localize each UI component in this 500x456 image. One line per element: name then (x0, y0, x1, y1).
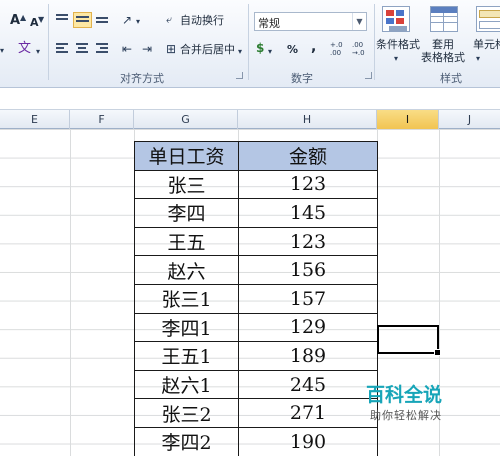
name-cell[interactable]: 张三1 (134, 283, 239, 314)
styles-group-label: 样式 (440, 72, 462, 85)
amount-cell[interactable]: 123 (238, 226, 378, 257)
column-header-h[interactable]: H (238, 110, 377, 129)
currency-dropdown-arrow[interactable]: ▾ (268, 45, 272, 59)
amount-cell[interactable]: 157 (238, 283, 378, 314)
amount-cell[interactable]: 190 (238, 426, 378, 456)
gridline (70, 129, 71, 456)
watermark-subtitle: 助你轻松解决 (370, 409, 442, 422)
column-headers: E F G H I J (0, 110, 500, 129)
table-row: 王五 123 (134, 226, 378, 257)
column-header-f[interactable]: F (70, 110, 134, 129)
name-cell[interactable]: 张三 (134, 169, 239, 200)
column-header-j[interactable]: J (439, 110, 500, 129)
name-cell[interactable]: 李四1 (134, 312, 239, 343)
currency-format-icon[interactable]: $ (256, 41, 264, 55)
merge-center-button[interactable]: 合并后居中 (180, 43, 235, 57)
align-bottom-button[interactable] (96, 17, 111, 29)
alignment-dialog-launcher[interactable] (236, 72, 243, 79)
table-row: 李四 145 (134, 198, 378, 228)
align-top-button[interactable] (55, 13, 70, 25)
wrap-text-icon: ⤶ (166, 13, 173, 26)
align-center-button[interactable] (76, 43, 91, 55)
phonetic-dropdown-arrow[interactable]: ▾ (36, 45, 40, 59)
header-cell-amount[interactable]: 金额 (238, 141, 378, 171)
group-separator (374, 4, 375, 80)
ribbon: A ▲ A ▼ ▾ 文 ▾ ↗ ▾ ⤶ 自动换行 ⇤ ⇥ ⊞ 合并后居中 ▾ 对… (0, 0, 500, 88)
formula-area (0, 88, 500, 110)
wrap-text-button[interactable]: 自动换行 (180, 14, 224, 28)
amount-cell[interactable]: 145 (238, 198, 378, 228)
align-middle-button[interactable] (73, 12, 92, 28)
number-format-select[interactable]: 常规 ▼ (254, 12, 367, 31)
conditional-formatting-button[interactable]: 条件格式 (376, 38, 420, 52)
table-row: 王五1 189 (134, 341, 378, 371)
alignment-group-label: 对齐方式 (120, 72, 164, 85)
salary-table: 单日工资 金额 张三 123 李四 145 王五 123 赵六 156 张三1 … (134, 141, 378, 456)
number-format-dropdown-arrow[interactable]: ▼ (352, 13, 366, 30)
conditional-formatting-arrow[interactable]: ▾ (394, 52, 398, 66)
table-row: 李四1 129 (134, 312, 378, 343)
group-separator (248, 4, 249, 80)
name-cell[interactable]: 赵六 (134, 255, 239, 285)
number-dialog-launcher[interactable] (365, 72, 372, 79)
align-right-button[interactable] (96, 43, 111, 55)
orientation-dropdown-arrow[interactable]: ▾ (136, 15, 140, 29)
text-orientation-icon[interactable]: ↗ (122, 13, 132, 27)
format-as-table-icon (430, 6, 458, 32)
amount-cell[interactable]: 271 (238, 398, 378, 428)
column-header-e[interactable]: E (0, 110, 70, 129)
merge-center-icon: ⊞ (166, 42, 177, 56)
name-cell[interactable]: 王五1 (134, 341, 239, 371)
name-cell[interactable]: 赵六1 (134, 369, 239, 400)
cell-styles-button[interactable]: 单元格 (473, 38, 500, 52)
header-cell-daily-wage[interactable]: 单日工资 (134, 141, 239, 171)
align-left-button[interactable] (56, 43, 71, 55)
font-size-increase-button[interactable]: A (10, 14, 20, 28)
conditional-formatting-icon (382, 6, 410, 32)
name-cell[interactable]: 王五 (134, 226, 239, 257)
name-cell[interactable]: 张三2 (134, 398, 239, 428)
amount-cell[interactable]: 189 (238, 341, 378, 371)
amount-cell[interactable]: 129 (238, 312, 378, 343)
table-row: 赵六 156 (134, 255, 378, 285)
table-row: 张三1 157 (134, 283, 378, 314)
column-header-g[interactable]: G (134, 110, 238, 129)
amount-cell[interactable]: 245 (238, 369, 378, 400)
name-cell[interactable]: 李四 (134, 198, 239, 228)
decrease-decimal-icon[interactable]: .00 →.0 (352, 41, 365, 57)
format-as-table-label-2[interactable]: 表格格式 (421, 51, 465, 65)
table-row: 李四2 190 (134, 426, 378, 456)
amount-cell[interactable]: 156 (238, 255, 378, 285)
group-separator (48, 4, 49, 80)
watermark-logo: 百科全说 助你轻松解决 (364, 380, 464, 426)
font-dropdown-arrow[interactable]: ▾ (0, 44, 4, 58)
phonetic-guide-button[interactable]: 文 (18, 42, 31, 56)
table-row: 赵六1 245 (134, 369, 378, 400)
format-as-table-label-1[interactable]: 套用 (432, 38, 454, 52)
merge-dropdown-arrow[interactable]: ▾ (238, 45, 242, 59)
number-group-label: 数字 (291, 72, 313, 85)
format-as-table-arrow[interactable]: ▾ (476, 52, 480, 66)
font-size-decrease-caret: ▼ (38, 15, 45, 24)
comma-style-button[interactable]: , (311, 40, 316, 54)
percent-style-button[interactable]: % (287, 43, 298, 57)
watermark-title: 百科全说 (366, 384, 443, 406)
increase-indent-icon[interactable]: ⇥ (142, 42, 152, 56)
column-header-i[interactable]: I (377, 110, 439, 129)
table-row: 张三 123 (134, 169, 378, 200)
amount-cell[interactable]: 123 (238, 169, 378, 200)
cell-styles-icon (476, 6, 500, 32)
decrease-indent-icon[interactable]: ⇤ (122, 42, 132, 56)
table-row: 张三2 271 (134, 398, 378, 428)
number-format-value: 常规 (258, 17, 280, 30)
name-cell[interactable]: 李四2 (134, 426, 239, 456)
table-header-row: 单日工资 金额 (134, 141, 378, 171)
font-size-increase-caret: ▲ (20, 13, 27, 22)
increase-decimal-icon[interactable]: +.0 .00 (330, 41, 343, 57)
active-cell-selection[interactable] (377, 325, 441, 356)
